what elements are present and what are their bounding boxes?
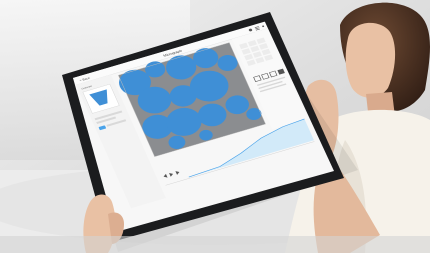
face [345,22,396,98]
foreground-shadow [0,236,430,253]
photo-scene: < Back Micrograph Overview [0,0,430,253]
